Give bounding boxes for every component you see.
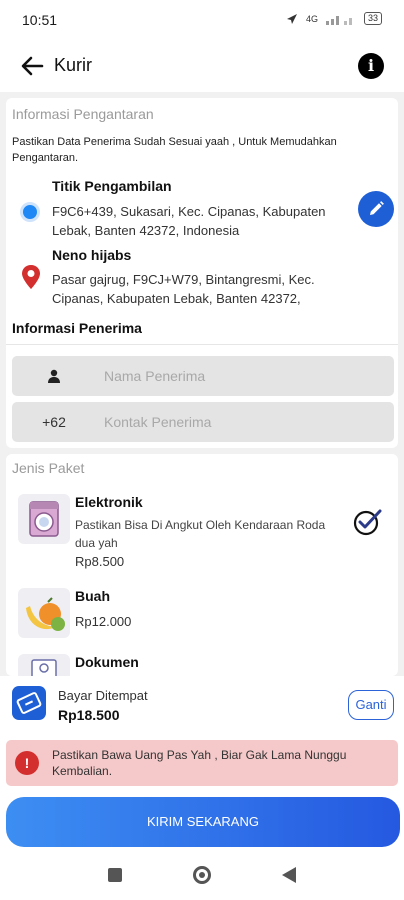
person-icon [12, 356, 96, 396]
phone-prefix: +62 [42, 414, 66, 430]
delivery-info-card: Informasi Pengantaran Pastikan Data Pene… [6, 98, 398, 448]
receiver-phone-field[interactable]: +62 Kontak Penerima [12, 402, 394, 442]
payment-amount: Rp18.500 [58, 707, 120, 723]
network-label: 4G [305, 13, 318, 24]
fruit-icon [18, 588, 70, 638]
package-price: Rp8.500 [75, 554, 125, 569]
package-name: Buah [75, 588, 110, 604]
receiver-name-field[interactable]: Nama Penerima [12, 356, 394, 396]
package-type-title: Jenis Paket [12, 460, 85, 476]
battery-icon: 33 [363, 12, 382, 25]
nav-back-icon[interactable] [282, 867, 296, 883]
send-now-button[interactable]: KIRIM SEKARANG [6, 797, 400, 847]
cash-ticket-icon [12, 686, 46, 720]
app-bar: Kurir i [0, 40, 404, 92]
dropoff-name: Neno hijabs [52, 247, 132, 263]
selected-check-icon [353, 509, 382, 536]
receiver-name-placeholder: Nama Penerima [104, 368, 206, 384]
home-icon[interactable] [193, 866, 211, 884]
pickup-name: Titik Pengambilan [52, 178, 172, 194]
signal-icon [325, 15, 352, 25]
status-bar: 10:51 4G 33 [0, 0, 404, 40]
divider [6, 344, 398, 345]
washing-machine-icon [18, 494, 70, 544]
package-price: Rp12.000 [75, 614, 132, 629]
location-pin-icon [22, 265, 40, 289]
status-icons: 4G 33 [286, 12, 382, 25]
dropoff-address: Pasar gajrug, F9CJ+W79, Bintangresmi, Ke… [52, 272, 315, 306]
delivery-note: Pastikan Data Penerima Sudah Sesuai yaah… [12, 136, 337, 164]
location-arrow-icon [286, 13, 297, 24]
payment-section: Bayar Ditempat Rp18.500 Ganti [0, 676, 404, 736]
page-title: Kurir [54, 55, 93, 75]
info-icon[interactable]: i [358, 53, 384, 79]
document-icon [18, 654, 70, 676]
change-payment-button[interactable]: Ganti [348, 690, 394, 720]
package-option-elektronik[interactable]: Elektronik Pastikan Bisa Di Angkut Oleh … [18, 494, 388, 574]
package-option-buah[interactable]: Buah Rp12.000 [18, 588, 388, 644]
exclamation-icon: ! [15, 751, 39, 775]
status-time: 10:51 [22, 12, 58, 28]
recents-icon[interactable] [108, 868, 122, 882]
payment-method: Bayar Ditempat [58, 688, 148, 703]
package-option-dokumen[interactable]: Dokumen [18, 654, 388, 676]
pickup-dot-icon [20, 202, 40, 222]
edit-location-button[interactable] [358, 191, 394, 227]
pickup-address: F9C6+439, Sukasari, Kec. Cipanas, Kabupa… [52, 204, 326, 238]
pencil-icon [370, 201, 384, 215]
package-name: Elektronik [75, 494, 143, 510]
alert-message: Pastikan Bawa Uang Pas Yah , Biar Gak La… [52, 748, 347, 778]
receiver-phone-placeholder: Kontak Penerima [104, 414, 212, 430]
package-type-card: Jenis Paket Elektronik Pastikan Bisa Di … [6, 454, 398, 676]
package-name: Dokumen [75, 654, 139, 670]
system-nav-bar [0, 850, 404, 900]
package-description: Pastikan Bisa Di Angkut Oleh Kendaraan R… [75, 518, 326, 550]
back-arrow-icon[interactable] [18, 52, 46, 80]
receiver-info-title: Informasi Penerima [12, 320, 142, 336]
alert-banner: ! Pastikan Bawa Uang Pas Yah , Biar Gak … [6, 740, 398, 786]
delivery-info-title: Informasi Pengantaran [12, 106, 154, 122]
